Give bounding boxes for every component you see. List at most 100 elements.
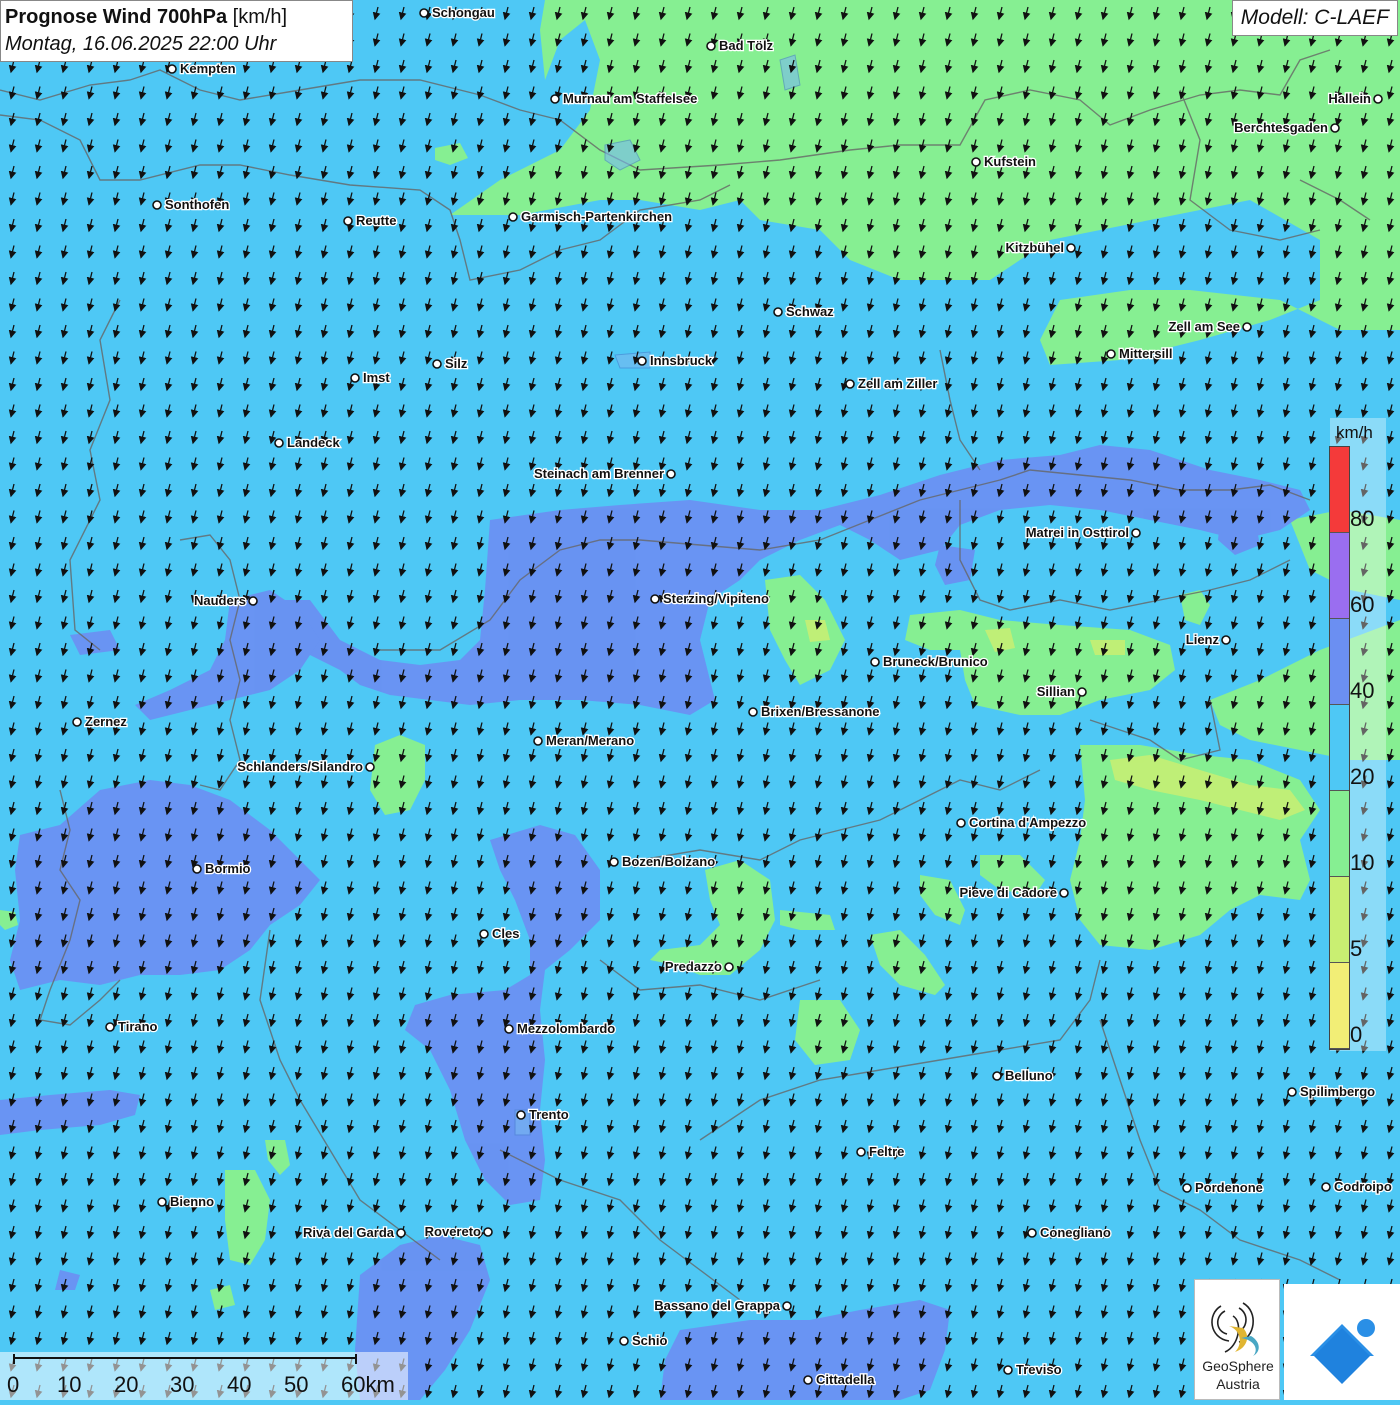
legend-swatch [1330, 791, 1349, 877]
city-label: Steinach am Brenner [534, 466, 664, 481]
city-dot [1373, 94, 1383, 104]
geosphere-logo: GeoSphere Austria [1194, 1279, 1280, 1400]
city-label: Nauders [194, 593, 246, 608]
city-label: Imst [363, 370, 390, 385]
scale-label: 10 [57, 1372, 82, 1397]
city-label: Mezzolombardo [517, 1021, 615, 1036]
city-label: Kitzbühel [1006, 240, 1065, 255]
legend-label: 10 [1350, 850, 1375, 875]
city-dot [1027, 1228, 1037, 1238]
city-marker: Steinach am Brenner [533, 465, 676, 482]
city-label: Bassano del Grappa [654, 1298, 780, 1313]
city-dot [1182, 1183, 1192, 1193]
city-dot [773, 307, 783, 317]
city-dot [343, 216, 353, 226]
city-label: Cles [492, 926, 519, 941]
city-dot [432, 359, 442, 369]
city-label: Pordenone [1195, 1180, 1263, 1195]
city-label: Trento [529, 1107, 569, 1122]
city-label: Belluno [1005, 1068, 1053, 1083]
city-label: Schongau [432, 5, 495, 20]
city-label: Meran/Merano [546, 733, 634, 748]
city-marker: Zell am Ziller [845, 375, 939, 392]
city-label: Brixen/Bressanone [761, 704, 880, 719]
city-label: Murnau am Staffelsee [563, 91, 697, 106]
city-dot [157, 1197, 167, 1207]
city-dot [248, 596, 258, 606]
city-label: Mittersill [1119, 346, 1172, 361]
scale-label: 0 [7, 1372, 20, 1397]
city-dot [609, 857, 619, 867]
city-dot [845, 379, 855, 389]
city-dot [1003, 1365, 1013, 1375]
weather-app-logo [1284, 1284, 1400, 1400]
city-label: Schwaz [786, 304, 834, 319]
geosphere-emblem-icon [1211, 1302, 1259, 1356]
city-label: Lienz [1186, 632, 1220, 647]
city-dot [152, 200, 162, 210]
city-label: Bormio [205, 861, 251, 876]
city-label: Cittadella [816, 1372, 875, 1387]
city-marker: Pieve di Cadore [958, 884, 1069, 901]
city-dot [419, 8, 429, 18]
scale-label: 30 [170, 1372, 195, 1397]
city-dot [1077, 687, 1087, 697]
city-marker: Sterzing/Vipiteno [650, 590, 770, 607]
city-marker: Innsbruck [637, 352, 714, 369]
city-label: Garmisch-Partenkirchen [521, 209, 672, 224]
city-dot [724, 962, 734, 972]
city-label: Sterzing/Vipiteno [663, 591, 769, 606]
city-dot [550, 94, 560, 104]
city-label: Riva del Garda [303, 1225, 395, 1240]
city-label: Matrei in Osttirol [1026, 525, 1129, 540]
legend-label: 40 [1350, 678, 1375, 703]
legend-swatch [1330, 877, 1349, 963]
city-label: Conegliano [1040, 1225, 1111, 1240]
city-dot [650, 594, 660, 604]
cloud-arrow-icon [1310, 1319, 1375, 1384]
city-dot [350, 373, 360, 383]
city-dot [782, 1301, 792, 1311]
city-dot [748, 707, 758, 717]
city-label: Spilimbergo [1300, 1084, 1375, 1099]
legend-label: 60 [1350, 592, 1375, 617]
city-label: Bozen/Bolzano [622, 854, 715, 869]
city-dot [192, 864, 202, 874]
model-label: Modell: C-LAEF [1231, 0, 1398, 36]
city-label: Bad Tölz [719, 38, 774, 53]
city-dot [666, 469, 676, 479]
city-marker: Meran/Merano [533, 732, 635, 749]
city-label: Reutte [356, 213, 396, 228]
city-dot [856, 1147, 866, 1157]
city-dot [167, 64, 177, 74]
city-dot [803, 1375, 813, 1385]
city-marker: Bassano del Grappa [653, 1297, 792, 1314]
city-label: Cortina d'Ampezzo [969, 815, 1086, 830]
city-dot [508, 212, 518, 222]
city-marker: Conegliano [1027, 1224, 1112, 1241]
city-dot [971, 157, 981, 167]
city-label: Hallein [1328, 91, 1371, 106]
city-label: Feltre [869, 1144, 904, 1159]
city-marker: Berchtesgaden [1233, 119, 1340, 136]
city-marker: Cortina d'Ampezzo [956, 814, 1088, 831]
legend-swatch [1330, 963, 1349, 1049]
geosphere-name: GeoSphere [1202, 1358, 1274, 1374]
geosphere-country: Austria [1216, 1376, 1260, 1392]
city-label: Schlanders/Silandro [237, 759, 363, 774]
forecast-datetime: Montag, 16.06.2025 22:00 Uhr [5, 33, 277, 55]
map-unit: [km/h] [232, 6, 288, 28]
city-dot [516, 1110, 526, 1120]
city-label: Kempten [180, 61, 236, 76]
legend-swatch [1330, 533, 1349, 619]
city-label: Bruneck/Brunico [883, 654, 988, 669]
city-dot [1287, 1087, 1297, 1097]
city-dot [365, 762, 375, 772]
city-dot [1059, 888, 1069, 898]
city-label: Zernez [85, 714, 127, 729]
city-dot [105, 1022, 115, 1032]
city-marker: Zell am See [1167, 318, 1252, 335]
city-dot [479, 929, 489, 939]
title-line: Prognose Wind 700hPa [km/h] [5, 4, 348, 30]
legend-swatch [1330, 619, 1349, 705]
